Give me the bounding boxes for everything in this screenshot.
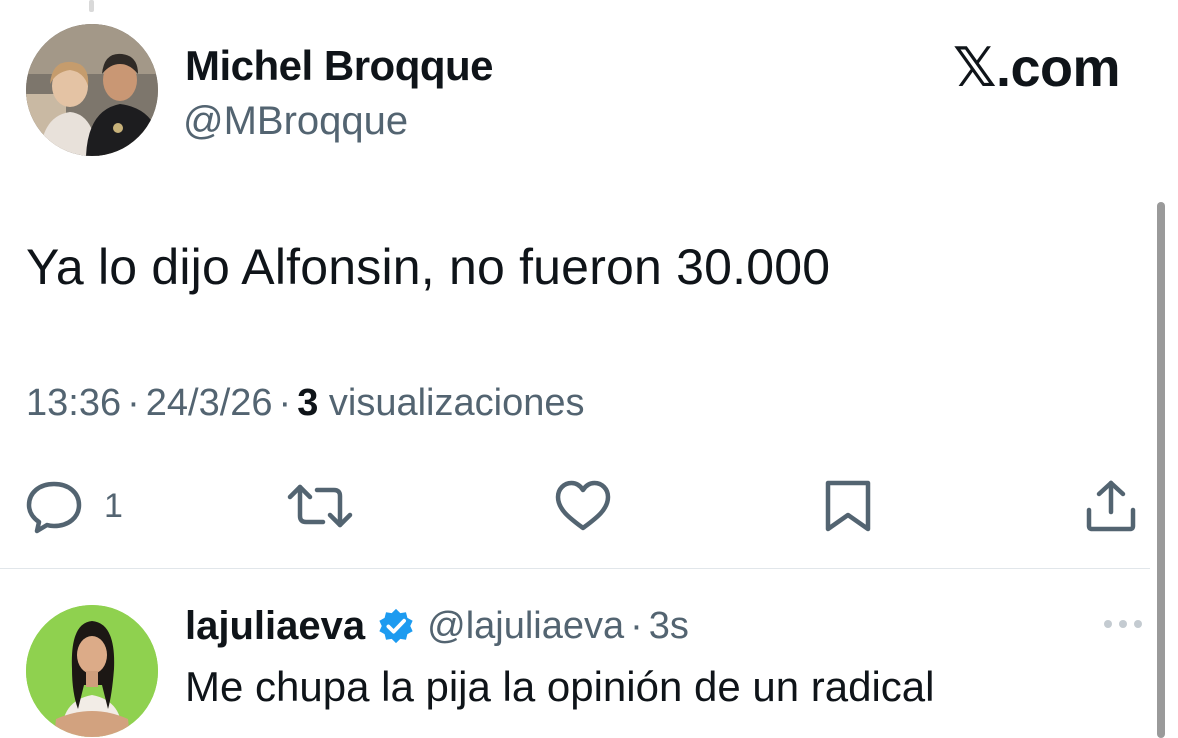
top-scroll-indicator: [89, 0, 94, 12]
reply-separator: ·: [630, 605, 643, 647]
tweet-meta: 13:36 · 24/3/26 · 3 visualizaciones: [26, 380, 584, 426]
tweet-text: Ya lo dijo Alfonsin, no fueron 30.000: [26, 239, 831, 295]
verified-badge-icon[interactable]: [377, 607, 415, 645]
meta-separator: ·: [278, 382, 292, 424]
meta-separator: ·: [127, 382, 140, 424]
retweet-button[interactable]: [285, 478, 355, 534]
tweet-date[interactable]: 24/3/26: [146, 382, 273, 424]
share-button[interactable]: [1083, 478, 1139, 534]
bookmark-button[interactable]: [821, 478, 875, 534]
reply-count: 1: [104, 487, 123, 525]
reply-author-name[interactable]: lajuliaeva: [185, 603, 365, 649]
author-handle[interactable]: @MBroqque: [183, 98, 408, 144]
heart-icon: [555, 480, 611, 531]
reply-author-handle[interactable]: @lajuliaeva: [427, 603, 624, 649]
author-avatar[interactable]: [26, 24, 158, 156]
retweet-icon: [287, 484, 353, 528]
x-com-logo: 𝕏.com: [952, 36, 1121, 99]
share-icon: [1086, 480, 1136, 532]
reply-author-avatar[interactable]: [26, 605, 158, 737]
reply-button[interactable]: 1: [24, 478, 123, 534]
views-label: visualizaciones: [328, 382, 585, 424]
views-count: 3: [297, 382, 319, 424]
like-button[interactable]: [553, 478, 613, 534]
author-avatar-photo: [26, 24, 158, 156]
tweet-divider: [0, 568, 1150, 569]
reply-avatar-photo: [26, 605, 158, 737]
reply-icon: [26, 481, 82, 534]
x-logo-icon: 𝕏: [952, 36, 997, 99]
author-name[interactable]: Michel Broqque: [185, 42, 494, 90]
more-options-icon[interactable]: [1101, 616, 1145, 632]
bookmark-icon: [825, 480, 871, 532]
scrollbar[interactable]: [1157, 202, 1165, 738]
reply-text: Me chupa la pija la opinión de un radica…: [185, 663, 935, 710]
x-logo-domain: .com: [995, 38, 1121, 98]
tweet-time[interactable]: 13:36: [26, 382, 121, 424]
reply-header: lajuliaeva @lajuliaeva · 3s: [185, 602, 689, 650]
reply-time[interactable]: 3s: [649, 603, 689, 649]
